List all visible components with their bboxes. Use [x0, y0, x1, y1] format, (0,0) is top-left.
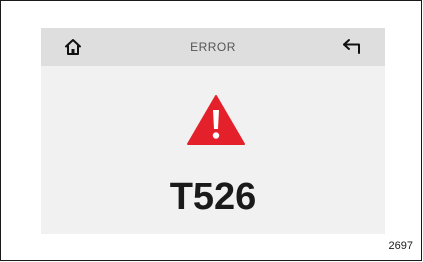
screen-title: ERROR — [190, 40, 236, 54]
figure-frame: ERROR T526 2697 — [0, 0, 422, 261]
back-arrow-icon — [343, 39, 360, 54]
warning-icon — [187, 95, 245, 145]
header-bar: ERROR — [41, 28, 385, 66]
error-code: T526 — [169, 176, 257, 218]
back-button[interactable] — [341, 37, 363, 57]
device-screen: ERROR T526 — [41, 28, 385, 234]
figure-reference-number: 2697 — [388, 240, 413, 252]
